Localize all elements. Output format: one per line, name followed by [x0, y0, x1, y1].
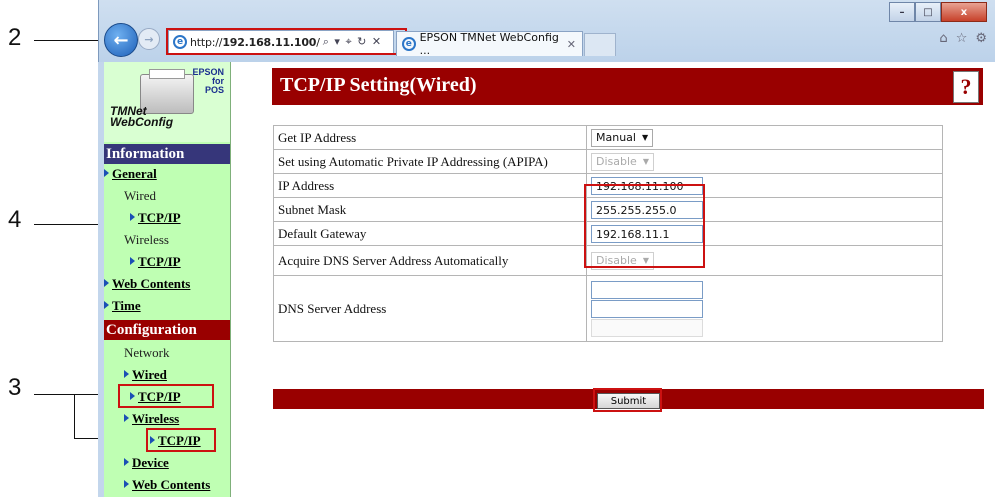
sidebar-item-web-contents[interactable]: Web Contents [104, 276, 190, 292]
sidebar-item-wired-tcpip[interactable]: TCP/IP [130, 210, 181, 226]
triangle-icon [124, 458, 129, 466]
address-fields-highlight-box [584, 184, 705, 268]
sidebar: EPSON for POS TMNet WebConfig Information G… [104, 62, 231, 497]
apipa-select: Disable ▼ [591, 152, 654, 171]
sidebar-header-configuration: Configuration [104, 320, 230, 340]
row-apipa: Set using Automatic Private IP Addressin… [273, 149, 943, 174]
apipa-label: Set using Automatic Private IP Addressin… [273, 149, 587, 174]
sidebar-item-conf-wired[interactable]: Wired [124, 367, 167, 383]
row-get-ip: Get IP Address Manual ▼ [273, 125, 943, 150]
triangle-icon [124, 370, 129, 378]
browser-toolbar-icons: ⌂ ☆ ⚙ [939, 31, 987, 46]
triangle-icon [104, 169, 109, 177]
tmnet-webconfig-mark: TMNet WebConfig [110, 104, 174, 129]
forward-arrow-icon: → [144, 32, 154, 46]
dropdown-arrow-icon: ▼ [641, 133, 649, 142]
callout-3-line-b [74, 394, 75, 438]
triangle-icon [104, 301, 109, 309]
sidebar-header-information: Information [104, 144, 230, 164]
window-controls: – □ x [889, 2, 987, 22]
triangle-icon [104, 279, 109, 287]
page-title-bar: TCP/IP Setting(Wired) ? [272, 68, 983, 105]
callout-4: 4 [8, 206, 22, 233]
page-title: TCP/IP Setting(Wired) [280, 74, 477, 96]
callout-2: 2 [8, 24, 22, 51]
address-highlight-box [166, 28, 407, 55]
back-button[interactable]: ← [104, 23, 138, 57]
sidebar-item-network: Network [124, 345, 170, 360]
help-icon[interactable]: ? [953, 71, 979, 103]
tab-close-icon[interactable]: ✕ [567, 38, 576, 51]
home-icon[interactable]: ⌂ [939, 31, 947, 46]
browser-tab[interactable]: e EPSON TMNet WebConfig ... ✕ [396, 31, 583, 57]
dropdown-arrow-icon: ▼ [642, 157, 649, 166]
sidebar-item-wireless: Wireless [124, 232, 169, 247]
sidebar-item-conf-wireless[interactable]: Wireless [124, 411, 179, 427]
dns-server-input-1[interactable] [591, 280, 703, 299]
submit-highlight-box [593, 388, 662, 412]
triangle-icon [124, 414, 129, 422]
dns-server-label: DNS Server Address [273, 275, 587, 342]
new-tab-button[interactable] [584, 33, 616, 56]
forward-button[interactable]: → [138, 28, 160, 50]
sidebar-item-general[interactable]: General [104, 166, 157, 182]
close-window-button[interactable]: x [941, 2, 987, 22]
star-icon[interactable]: ☆ [956, 31, 968, 46]
tab-title: EPSON TMNet WebConfig ... [419, 31, 559, 57]
dns-auto-label: Acquire DNS Server Address Automatically [273, 245, 587, 276]
sidebar-item-wired: Wired [124, 188, 156, 203]
maximize-button[interactable]: □ [915, 2, 941, 22]
ip-address-label: IP Address [273, 173, 587, 198]
wireless-tcpip-highlight-box [146, 428, 216, 452]
tmnet-logo: EPSON for POS TMNet WebConfig [104, 62, 230, 142]
ie-tab-icon: e [402, 37, 416, 51]
gear-icon[interactable]: ⚙ [975, 31, 987, 46]
dns-server-input-3 [591, 318, 703, 337]
callout-3: 3 [8, 374, 22, 401]
get-ip-select[interactable]: Manual ▼ [591, 128, 654, 147]
sidebar-item-time[interactable]: Time [104, 298, 141, 314]
sidebar-item-device[interactable]: Device [124, 455, 169, 471]
main-content: TCP/IP Setting(Wired) ? Get IP Address M… [231, 62, 995, 497]
triangle-icon [130, 257, 135, 265]
dns-server-input-2[interactable] [591, 299, 703, 318]
subnet-mask-label: Subnet Mask [273, 197, 587, 222]
wired-tcpip-highlight-box [118, 384, 214, 408]
epson-for-pos-mark: EPSON for POS [192, 67, 224, 95]
sidebar-item-conf-web-contents[interactable]: Web Contents [124, 477, 210, 493]
sidebar-item-wireless-tcpip[interactable]: TCP/IP [130, 254, 181, 270]
row-dns: DNS Server Address [273, 275, 943, 342]
triangle-icon [130, 213, 135, 221]
back-arrow-icon: ← [113, 29, 129, 51]
triangle-icon [124, 480, 129, 488]
minimize-button[interactable]: – [889, 2, 915, 22]
default-gateway-label: Default Gateway [273, 221, 587, 246]
get-ip-label: Get IP Address [273, 125, 587, 150]
